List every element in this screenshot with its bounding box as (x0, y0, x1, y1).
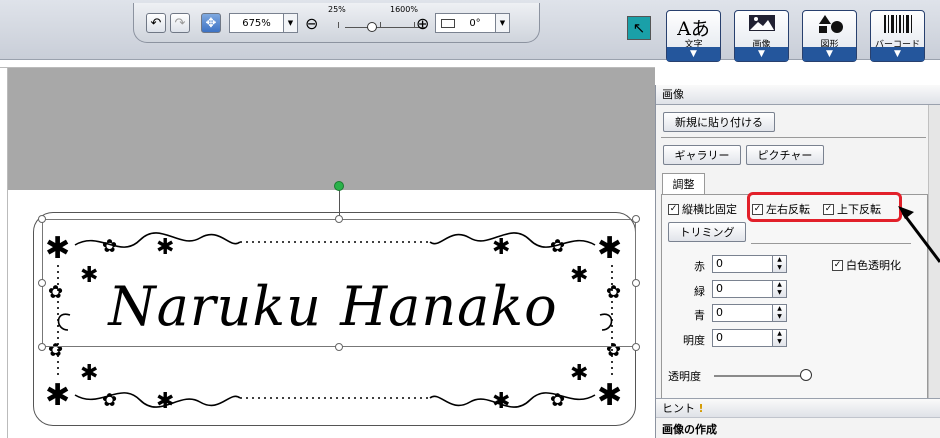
barcode-tool-button[interactable]: バーコード ▼ (870, 10, 925, 62)
highlight-annotation (747, 192, 902, 222)
gallery-button[interactable]: ギャラリー (663, 145, 741, 165)
chevron-down-icon[interactable]: ▼ (735, 47, 788, 61)
green-spinner[interactable]: ▲ ▼ (772, 280, 787, 298)
svg-text:✱: ✱ (597, 378, 622, 413)
properties-panel: 画像 新規に貼り付ける ギャラリー ピクチャー 調整 ✓ 縦横比固定 ✓ 左右反… (655, 85, 940, 438)
image-tool-button[interactable]: 画像 ▼ (734, 10, 789, 62)
resize-handle[interactable] (632, 279, 640, 287)
resize-handle[interactable] (632, 215, 640, 223)
vertical-ruler (0, 68, 8, 438)
redo-button[interactable]: ↷ (170, 13, 190, 33)
svg-text:✱: ✱ (80, 361, 98, 386)
zoom-min-label: 25% (328, 5, 346, 14)
hint-bar[interactable]: ヒント ! (656, 398, 940, 418)
redo-icon: ↷ (174, 15, 186, 31)
svg-text:✱: ✱ (492, 389, 510, 414)
barcode-icon (871, 14, 924, 39)
zoom-value: 675% (242, 17, 271, 29)
fit-view-button[interactable]: ✥ (201, 13, 221, 33)
svg-text:✿: ✿ (550, 390, 565, 411)
app-window: ↶ ↷ ✥ 675% ▼ ⊖ 25% 1600% ⊕ 0° ▼ ↖ Aあ 文字 … (0, 0, 940, 438)
check-icon: ✓ (668, 203, 679, 215)
rotation-icon (441, 18, 455, 28)
toolbar: ↶ ↷ ✥ 675% ▼ ⊖ 25% 1600% ⊕ 0° ▼ ↖ Aあ 文字 … (0, 0, 940, 62)
zoom-in-icon[interactable]: ⊕ (416, 14, 429, 33)
undo-icon: ↶ (150, 15, 162, 31)
hint-title: 画像の作成 (662, 423, 717, 436)
resize-handle[interactable] (38, 215, 46, 223)
brightness-label: 明度 (683, 334, 705, 347)
rotation-handle[interactable] (334, 181, 344, 191)
tab-adjust[interactable]: 調整 (662, 173, 705, 195)
green-label: 緑 (694, 285, 705, 298)
undo-button[interactable]: ↶ (146, 13, 166, 33)
brightness-spinner[interactable]: ▲ ▼ (772, 329, 787, 347)
zoom-out-icon[interactable]: ⊖ (305, 14, 318, 33)
cursor-arrow-icon: ↖ (632, 19, 646, 37)
out-of-page-area (8, 68, 655, 190)
paste-new-button[interactable]: 新規に貼り付ける (663, 112, 775, 132)
slider-tick (414, 22, 415, 28)
keep-aspect-label: 縦横比固定 (682, 203, 737, 216)
zoom-select[interactable]: 675% ▼ (229, 13, 298, 33)
rotation-value: 0° (469, 17, 481, 29)
chevron-down-icon[interactable]: ▼ (803, 47, 856, 61)
red-spinner[interactable]: ▲ ▼ (772, 255, 787, 273)
move-icon: ✥ (205, 15, 217, 31)
selection-box (42, 219, 636, 347)
keep-aspect-checkbox[interactable]: ✓ 縦横比固定 (668, 201, 737, 217)
slider-tick (380, 22, 381, 28)
panel-scrollbar[interactable] (928, 105, 940, 398)
blue-spinner[interactable]: ▲ ▼ (772, 304, 787, 322)
resize-handle[interactable] (335, 215, 343, 223)
chevron-down-icon[interactable]: ▼ (871, 47, 924, 61)
transparency-label: 透明度 (668, 370, 701, 383)
transparency-slider-thumb[interactable] (800, 369, 812, 381)
slider-tick (338, 22, 339, 28)
divider (661, 137, 926, 138)
zoom-slider-thumb[interactable] (367, 22, 377, 32)
blue-label: 青 (694, 309, 705, 322)
shapes-icon (803, 14, 856, 39)
chevron-down-icon[interactable]: ▼ (667, 47, 720, 61)
panel-header: 画像 (656, 85, 940, 105)
text-tool-button[interactable]: Aあ 文字 ▼ (666, 10, 721, 62)
zoom-slider-track (345, 27, 425, 28)
select-pointer-button[interactable]: ↖ (627, 16, 651, 40)
horizontal-ruler (0, 60, 655, 68)
transparency-slider-track (714, 375, 804, 377)
rotation-select[interactable]: 0° ▼ (435, 13, 510, 33)
zoom-max-label: 1600% (390, 5, 418, 14)
image-icon (735, 14, 788, 37)
white-transparent-checkbox[interactable]: ✓ 白色透明化 (832, 257, 901, 273)
divider (751, 243, 911, 244)
svg-text:✱: ✱ (156, 389, 174, 414)
svg-text:✿: ✿ (102, 390, 117, 411)
red-label: 赤 (694, 260, 705, 273)
hint-alert-icon: ! (698, 402, 704, 415)
resize-handle[interactable] (632, 343, 640, 351)
trimming-button[interactable]: トリミング (668, 222, 746, 242)
picture-button[interactable]: ピクチャー (746, 145, 824, 165)
chevron-down-icon: ▼ (283, 14, 297, 32)
svg-text:✱: ✱ (570, 361, 588, 386)
resize-handle[interactable] (38, 343, 46, 351)
resize-handle[interactable] (335, 343, 343, 351)
shape-tool-button[interactable]: 図形 ▼ (802, 10, 857, 62)
resize-handle[interactable] (38, 279, 46, 287)
check-icon: ✓ (832, 259, 843, 271)
hint-label: ヒント (662, 402, 695, 415)
white-transparent-label: 白色透明化 (846, 259, 901, 272)
svg-text:✱: ✱ (45, 378, 70, 413)
chevron-down-icon: ▼ (495, 14, 509, 32)
